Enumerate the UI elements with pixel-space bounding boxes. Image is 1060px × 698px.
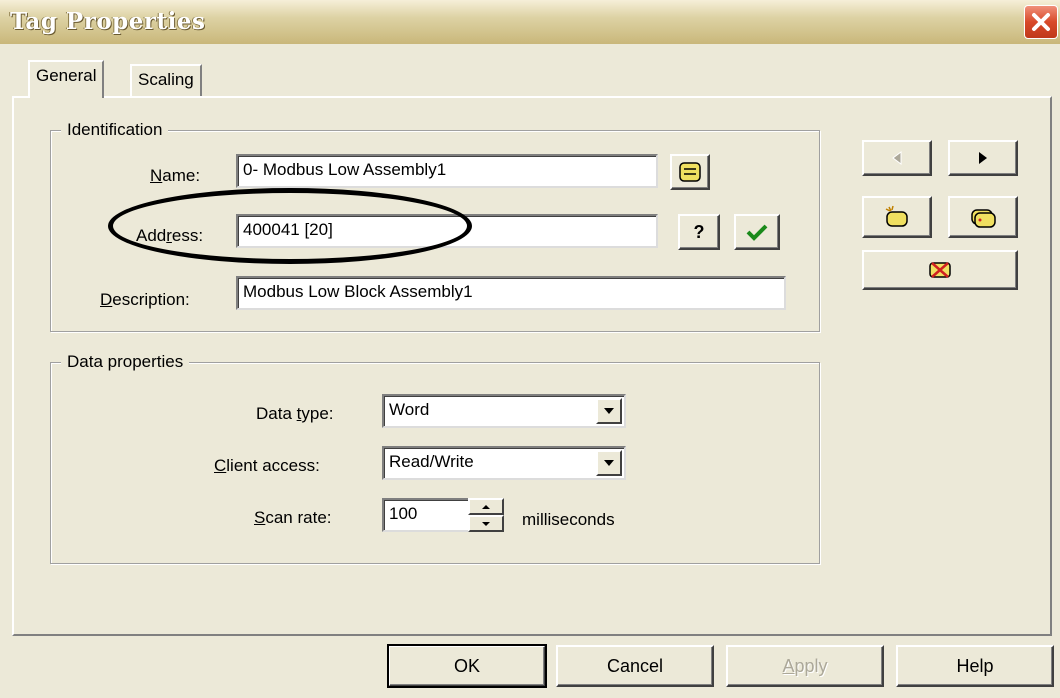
description-field[interactable]: Modbus Low Block Assembly1 [236,276,786,310]
scan-rate-spinner[interactable] [468,498,504,532]
scan-rate-unit: milliseconds [522,510,615,529]
scan-rate-label: Scan rate: [254,508,332,527]
triangle-left-icon [892,151,902,165]
new-tag-button[interactable] [862,196,932,238]
scan-rate-increment[interactable] [468,498,504,515]
delete-tag-icon [929,262,951,278]
apply-button[interactable]: Apply [726,645,884,687]
description-label: Description: [100,290,190,309]
tab-scaling[interactable]: Scaling [130,64,202,96]
tab-general-label: General [36,66,97,85]
client-access-select[interactable]: Read/Write [382,446,626,480]
tab-general[interactable]: General [28,60,105,98]
tag-browse-icon [679,162,701,182]
validate-address-button[interactable] [734,214,780,250]
chevron-up-icon [482,504,490,509]
close-button[interactable] [1024,5,1058,39]
duplicate-tag-button[interactable] [948,196,1018,238]
previous-tag-button[interactable] [862,140,932,176]
triangle-right-icon [979,152,987,164]
cancel-button[interactable]: Cancel [556,645,714,687]
address-help-button[interactable]: ? [678,214,720,250]
close-icon [1032,13,1050,31]
chevron-down-icon [604,460,614,466]
help-button[interactable]: Help [896,645,1054,687]
data-type-select[interactable]: Word [382,394,626,428]
copy-tag-icon [971,209,996,228]
identification-legend: Identification [61,120,169,140]
window-title: Tag Properties [10,8,206,35]
client-access-label: Client access: [214,456,320,475]
data-type-label: Data type: [256,404,334,423]
browse-tags-button[interactable] [670,154,710,190]
name-field[interactable]: 0- Modbus Low Assembly1 [236,154,658,188]
address-field[interactable]: 400041 [20] [236,214,658,248]
client-access-dropdown-button[interactable] [596,450,622,476]
address-label: Address: [136,226,204,245]
scan-rate-field[interactable]: 100 [382,498,472,532]
delete-tag-button[interactable] [862,250,1018,290]
client-access-value: Read/Write [389,452,474,471]
data-properties-legend: Data properties [61,352,190,372]
chevron-down-icon [604,408,614,414]
checkmark-icon [746,224,768,241]
title-bar: Tag Properties [0,0,1060,44]
chevron-down-icon [482,521,490,526]
ok-button[interactable]: OK [387,644,547,688]
scan-rate-decrement[interactable] [468,515,504,532]
tab-scaling-label: Scaling [138,70,194,89]
next-tag-button[interactable] [948,140,1018,176]
data-type-dropdown-button[interactable] [596,398,622,424]
question-icon: ? [693,221,705,242]
name-label: Name: [150,166,201,185]
new-tag-icon [885,205,908,227]
data-type-value: Word [389,400,430,419]
